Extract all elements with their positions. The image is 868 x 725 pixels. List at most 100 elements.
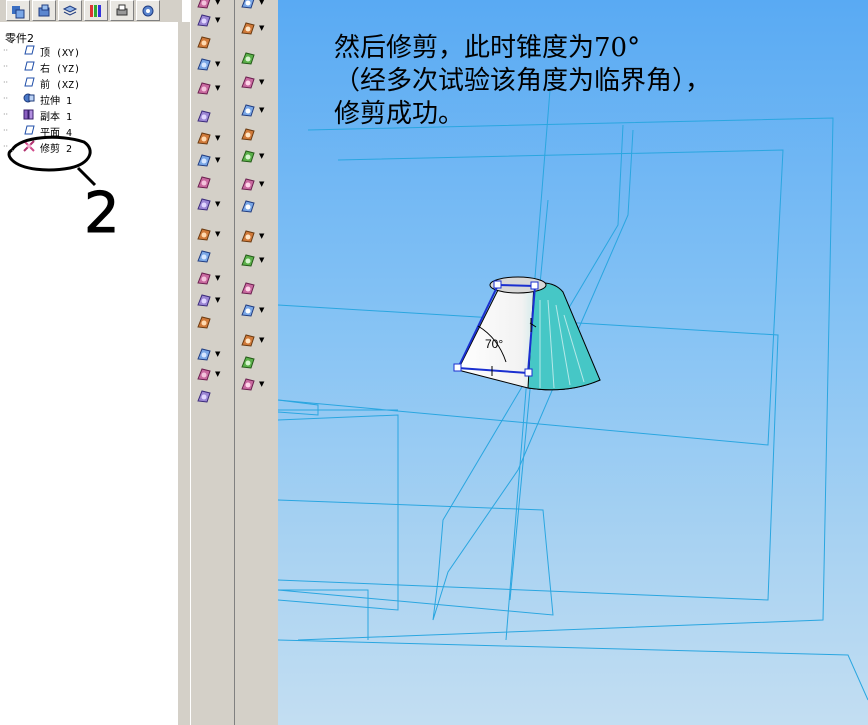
tree-item-label: 前 (XZ) xyxy=(40,80,81,91)
plane-tool[interactable]: ▼ xyxy=(239,100,275,120)
view-tool[interactable]: ▼ xyxy=(239,226,275,246)
color-bars-icon[interactable] xyxy=(84,0,108,21)
dropdown-arrow-icon[interactable]: ▼ xyxy=(215,156,220,164)
part-icon[interactable] xyxy=(32,0,56,21)
sketch-tool[interactable]: ▼ xyxy=(239,146,275,166)
blend-tool[interactable] xyxy=(195,312,231,332)
tree-item[interactable]: 右 (YZ) xyxy=(22,60,80,75)
shell-tool[interactable]: ▼ xyxy=(195,54,231,74)
dimension-tool[interactable]: ▼ xyxy=(239,174,275,194)
loft-tool[interactable] xyxy=(195,246,231,266)
plane-icon xyxy=(22,59,36,76)
sweep-tool[interactable]: ▼ xyxy=(195,224,231,244)
blend-tool[interactable] xyxy=(195,172,231,192)
blend-tool[interactable] xyxy=(195,32,231,52)
shell-tool[interactable]: ▼ xyxy=(195,344,231,364)
shell-tool-icon xyxy=(195,346,212,363)
trim-icon xyxy=(22,139,36,156)
sweep-tool[interactable]: ▼ xyxy=(195,78,231,98)
tree-connector: ·· xyxy=(3,94,9,103)
dropdown-arrow-icon[interactable]: ▼ xyxy=(215,60,220,68)
loft-tool[interactable] xyxy=(195,106,231,126)
dropdown-arrow-icon[interactable]: ▼ xyxy=(259,232,264,240)
dropdown-arrow-icon[interactable]: ▼ xyxy=(215,84,220,92)
dropdown-arrow-icon[interactable]: ▼ xyxy=(215,200,220,208)
dimension-tool[interactable]: ▼ xyxy=(239,330,275,350)
annotation-line-2: （经多次试验该角度为临界角）， xyxy=(334,66,712,96)
view-tool-icon xyxy=(239,228,256,245)
tree-connector: ·· xyxy=(3,110,9,119)
blend-tool-icon xyxy=(195,174,212,191)
dropdown-arrow-icon[interactable]: ▼ xyxy=(259,106,264,114)
feature-tree: 零件2 ·· 顶 (XY) ·· 右 (YZ) ·· 前 (XZ) ·· 拉伸 1 ·· 副本 1… xyxy=(0,22,182,725)
sketch-tool[interactable]: ▼ xyxy=(239,300,275,320)
annotation-line-1: 然后修剪，此时锥度为70° xyxy=(334,33,641,63)
trim-tool-icon xyxy=(195,130,212,147)
settings-icon[interactable] xyxy=(136,0,160,21)
dropdown-arrow-icon[interactable]: ▼ xyxy=(259,256,264,264)
annotation-text: 然后修剪，此时锥度为70° （经多次试验该角度为临界角）， 修剪成功。 xyxy=(334,32,854,131)
tree-item-label: 顶 (XY) xyxy=(40,48,81,59)
dropdown-arrow-icon[interactable]: ▼ xyxy=(215,134,220,142)
sweep-tool-icon xyxy=(195,366,212,383)
tree-item[interactable]: 平面 4 xyxy=(22,124,72,139)
cone-teal-face xyxy=(527,282,601,391)
rotate-tool-icon xyxy=(195,12,212,29)
print-icon[interactable] xyxy=(110,0,134,21)
tree-connector: ·· xyxy=(3,62,9,71)
rotate-tool[interactable]: ▼ xyxy=(195,290,231,310)
pattern-tool[interactable] xyxy=(239,278,275,298)
dropdown-arrow-icon[interactable]: ▼ xyxy=(259,152,264,160)
tree-item[interactable]: 修剪 2 xyxy=(22,140,72,155)
dropdown-arrow-icon[interactable]: ▼ xyxy=(259,24,264,32)
tree-item[interactable]: 副本 1 xyxy=(22,108,72,123)
sketch-toolbar: ▼ ▼ ▼ ▼ ▼ ▼ ▼ ▼ ▼ ▼ ▼ xyxy=(234,0,278,725)
loft-tool[interactable] xyxy=(195,386,231,406)
angle-dimension-label: 70° xyxy=(485,337,503,351)
dropdown-arrow-icon[interactable]: ▼ xyxy=(259,380,264,388)
constraint-tool[interactable] xyxy=(239,48,275,68)
loft-tool-icon xyxy=(195,108,212,125)
dropdown-arrow-icon[interactable]: ▼ xyxy=(215,370,220,378)
dropdown-arrow-icon[interactable]: ▼ xyxy=(259,78,264,86)
view-tool[interactable]: ▼ xyxy=(239,374,275,394)
extrude-icon xyxy=(22,91,36,108)
dropdown-arrow-icon[interactable]: ▼ xyxy=(215,350,220,358)
view-tool[interactable]: ▼ xyxy=(239,72,275,92)
rotate-tool[interactable]: ▼ xyxy=(195,10,231,30)
sketch-tool[interactable]: ▼ xyxy=(239,0,275,12)
dropdown-arrow-icon[interactable]: ▼ xyxy=(215,230,220,238)
dimension-tool-icon xyxy=(239,20,256,37)
tree-scrollbar[interactable] xyxy=(178,22,190,725)
dimension-tool-icon xyxy=(239,332,256,349)
rotate-tool[interactable]: ▼ xyxy=(195,150,231,170)
tree-item[interactable]: 前 (XZ) xyxy=(22,76,80,91)
shell-tool-icon xyxy=(195,56,212,73)
dropdown-arrow-icon[interactable]: ▼ xyxy=(215,16,220,24)
feature-tree-icon[interactable] xyxy=(6,0,30,21)
pattern-tool[interactable] xyxy=(239,124,275,144)
dimension-tool[interactable]: ▼ xyxy=(239,18,275,38)
layers-icon[interactable] xyxy=(58,0,82,21)
tree-connector: ·· xyxy=(3,126,9,135)
constraint-tool[interactable] xyxy=(239,352,275,372)
dropdown-arrow-icon[interactable]: ▼ xyxy=(259,180,264,188)
dropdown-arrow-icon[interactable]: ▼ xyxy=(259,0,264,6)
sweep-tool[interactable]: ▼ xyxy=(195,364,231,384)
trim-tool[interactable]: ▼ xyxy=(195,128,231,148)
constraint-tool[interactable] xyxy=(239,196,275,216)
trim-tool[interactable]: ▼ xyxy=(195,268,231,288)
feature-toolbar: ▼ ▼ ▼ ▼ ▼ ▼ ▼ ▼ ▼ ▼ ▼ ▼ xyxy=(190,0,234,725)
tree-item[interactable]: 顶 (XY) xyxy=(22,44,80,59)
plane-icon xyxy=(22,123,36,140)
plane-tool[interactable]: ▼ xyxy=(239,250,275,270)
dropdown-arrow-icon[interactable]: ▼ xyxy=(259,306,264,314)
dropdown-arrow-icon[interactable]: ▼ xyxy=(215,0,220,6)
dropdown-arrow-icon[interactable]: ▼ xyxy=(215,296,220,304)
annotation-line-3: 修剪成功。 xyxy=(334,99,465,129)
tree-item[interactable]: 拉伸 1 xyxy=(22,92,72,107)
dropdown-arrow-icon[interactable]: ▼ xyxy=(259,336,264,344)
dropdown-arrow-icon[interactable]: ▼ xyxy=(215,274,220,282)
sketch-tool-icon xyxy=(239,148,256,165)
shell-tool[interactable]: ▼ xyxy=(195,194,231,214)
